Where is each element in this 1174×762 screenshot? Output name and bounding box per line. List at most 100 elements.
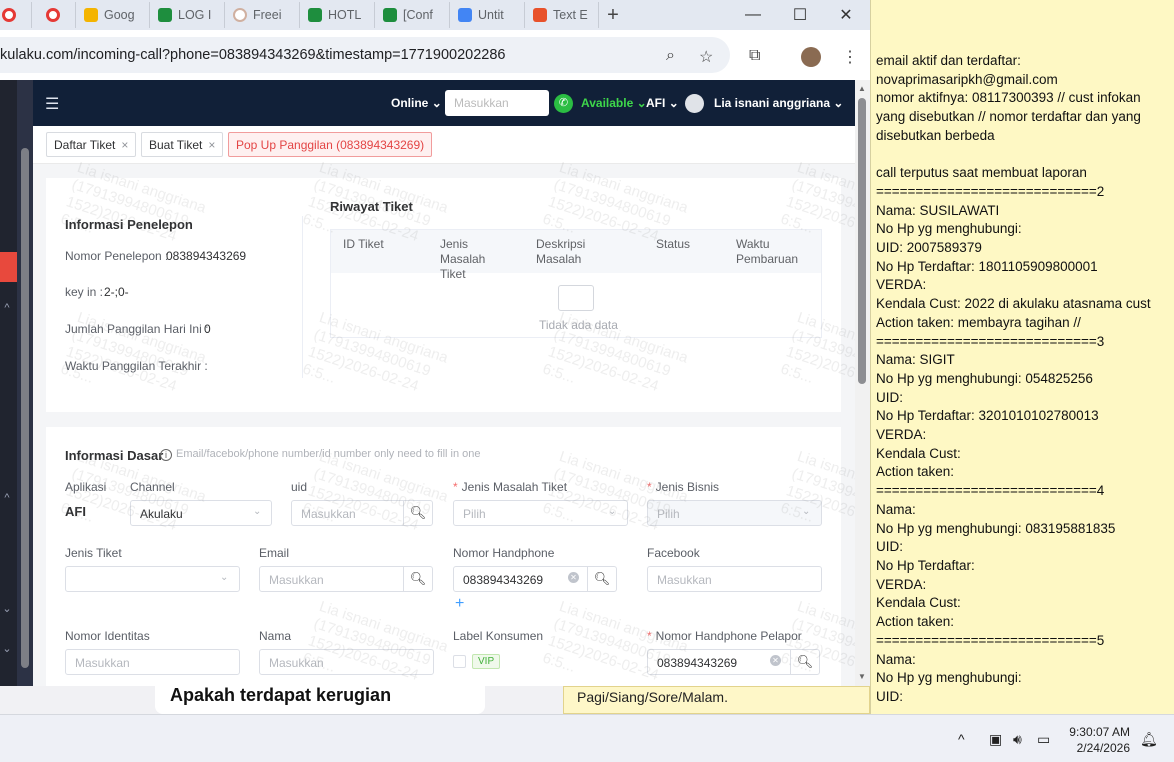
app-header: ☰ Online ⌄ Masukkan ✆ Available ⌄ AFI ⌄ … xyxy=(33,80,855,126)
note-text[interactable]: email aktif dan terdaftar: novaprimasari… xyxy=(876,52,1172,707)
browser-menu-icon[interactable]: ⋮ xyxy=(842,47,858,67)
new-tab-button[interactable]: + xyxy=(599,4,627,27)
caller-info-title: Informasi Penelepon xyxy=(65,217,193,232)
channel-select[interactable]: Akulaku xyxy=(130,500,272,526)
address-bar: kulaku.com/incoming-call?phone=083894343… xyxy=(0,30,870,80)
search-icon: 🔍︎ xyxy=(409,571,427,586)
scroll-up-icon[interactable]: ▲ xyxy=(858,84,866,93)
header-search-input[interactable]: Masukkan xyxy=(445,90,549,116)
user-name: Lia isnani anggriana xyxy=(714,96,831,110)
facebook-label: Facebook xyxy=(647,546,700,560)
page-tabs: Daftar Tiket × Buat Tiket × Pop Up Panggil… xyxy=(33,126,855,164)
column-header: Status xyxy=(644,230,724,273)
browser-tab[interactable]: Freei xyxy=(225,2,300,28)
app-favicon-icon xyxy=(2,8,16,22)
email-search-button[interactable]: 🔍︎ xyxy=(403,566,433,592)
browser-tab[interactable]: Goog xyxy=(76,2,150,28)
column-header: ID Tiket xyxy=(331,230,428,273)
app-label: Aplikasi xyxy=(65,480,107,494)
calls-today-value: 0 xyxy=(204,322,211,336)
app-favicon-icon xyxy=(46,8,60,22)
last-call-label: Waktu Panggilan Terakhir : xyxy=(65,359,208,373)
chevron-down-icon: ⌄ xyxy=(608,506,617,517)
close-icon[interactable]: × xyxy=(208,138,215,152)
sidebar-active-marker xyxy=(0,252,17,282)
agent-status-dropdown[interactable]: Available ⌄ xyxy=(581,96,647,110)
sheets-favicon-icon xyxy=(308,8,322,22)
chevron-down-icon: ⌄ xyxy=(833,96,844,110)
online-status-label: Online xyxy=(391,96,429,110)
chevron-down-icon: ⌄ xyxy=(2,603,12,615)
zoom-icon[interactable]: ⌕ xyxy=(666,47,675,65)
scrollbar-thumb[interactable] xyxy=(858,98,866,384)
chevron-down-icon: ⌄ xyxy=(253,506,262,517)
minimize-button[interactable]: — xyxy=(730,0,776,30)
profile-avatar[interactable] xyxy=(801,47,821,67)
chevron-up-icon[interactable]: ^ xyxy=(958,731,965,747)
maximize-button[interactable]: ☐ xyxy=(777,0,823,30)
business-type-select[interactable]: Pilih xyxy=(647,500,822,526)
reporter-search-button[interactable]: 🔍︎ xyxy=(790,649,820,675)
browser-tab[interactable] xyxy=(32,2,76,28)
ticket-history-table: ID Tiket Jenis Masalah Tiket Deskripsi M… xyxy=(330,229,822,338)
ticket-type-label: Jenis Tiket xyxy=(65,546,122,560)
phone-search-button[interactable]: 🔍︎ xyxy=(587,566,617,592)
menu-toggle-icon[interactable]: ☰ xyxy=(45,94,59,114)
user-dropdown[interactable]: Lia isnani anggriana ⌄ xyxy=(714,96,843,110)
clear-icon[interactable]: ✕ xyxy=(568,572,579,583)
sidebar-scrollbar[interactable] xyxy=(21,148,29,668)
tab-daftar-tiket[interactable]: Daftar Tiket × xyxy=(46,132,137,157)
company-label: AFI xyxy=(646,96,666,110)
volume-icon[interactable]: 🔊︎ xyxy=(1013,731,1022,748)
tab-pop-up-panggilan[interactable]: Pop Up Panggilan (083894343269) xyxy=(228,132,433,157)
uid-search-button[interactable]: 🔍︎ xyxy=(403,500,433,526)
facebook-input[interactable]: Masukkan xyxy=(647,566,822,592)
bookmark-star-icon[interactable]: ☆ xyxy=(699,47,713,67)
key-in-value: 2-;0- xyxy=(104,285,129,299)
extensions-icon[interactable]: ⧉ xyxy=(749,47,760,65)
tab-label: Pop Up Panggilan (083894343269) xyxy=(236,138,425,152)
close-icon[interactable]: × xyxy=(121,138,128,152)
online-status-dropdown[interactable]: Online ⌄ xyxy=(391,96,442,110)
keep-favicon-icon xyxy=(84,8,98,22)
clear-icon[interactable]: ✕ xyxy=(770,655,781,666)
browser-tab[interactable]: [Conf xyxy=(375,2,450,28)
browser-tab[interactable]: LOG I xyxy=(150,2,225,28)
column-header: Waktu Pembaruan xyxy=(724,230,821,273)
search-icon: 🔍︎ xyxy=(409,505,427,520)
id-number-input[interactable]: Masukkan xyxy=(65,649,240,675)
system-clock[interactable]: 9:30:07 AM 2/24/2026 xyxy=(1069,724,1130,756)
browser-tab[interactable]: Untit xyxy=(450,2,525,28)
company-dropdown[interactable]: AFI ⌄ xyxy=(646,96,679,110)
browser-tab[interactable]: HOTL xyxy=(300,2,375,28)
agent-status-label: Available xyxy=(581,96,634,110)
name-input[interactable]: Masukkan xyxy=(259,649,434,675)
add-phone-button[interactable]: + xyxy=(455,595,464,613)
ticket-type-select[interactable] xyxy=(65,566,240,592)
phone-icon[interactable]: ✆ xyxy=(554,94,573,113)
browser-tab[interactable]: Text E xyxy=(525,2,599,28)
ticket-history-title: Riwayat Tiket xyxy=(330,199,413,214)
url-input[interactable]: kulaku.com/incoming-call?phone=083894343… xyxy=(0,37,730,73)
issue-type-select[interactable]: Pilih xyxy=(453,500,628,526)
page-scrollbar[interactable]: ▲ ▼ xyxy=(855,80,870,686)
email-input[interactable]: Masukkan xyxy=(259,566,404,592)
scroll-down-icon[interactable]: ▼ xyxy=(858,672,866,681)
uid-input[interactable]: Masukkan xyxy=(291,500,404,526)
divider xyxy=(302,216,303,378)
browser-tab[interactable] xyxy=(0,2,32,28)
text-editor-favicon-icon xyxy=(533,8,547,22)
key-in-label: key in : xyxy=(65,285,104,299)
network-icon[interactable]: ▣ xyxy=(989,731,1002,748)
user-avatar[interactable] xyxy=(685,94,704,113)
search-icon: 🔍︎ xyxy=(593,571,611,586)
consumer-label: Label Konsumen xyxy=(453,629,544,643)
notification-icon[interactable]: 🔔︎ xyxy=(1140,731,1158,748)
sheets-favicon-icon xyxy=(383,8,397,22)
battery-icon[interactable]: ▭ xyxy=(1037,731,1050,748)
vip-checkbox[interactable] xyxy=(453,655,466,668)
name-label: Nama xyxy=(259,629,292,643)
close-window-button[interactable]: ✕ xyxy=(823,0,869,30)
tab-label: Buat Tiket xyxy=(149,138,203,152)
tab-buat-tiket[interactable]: Buat Tiket × xyxy=(141,132,224,157)
